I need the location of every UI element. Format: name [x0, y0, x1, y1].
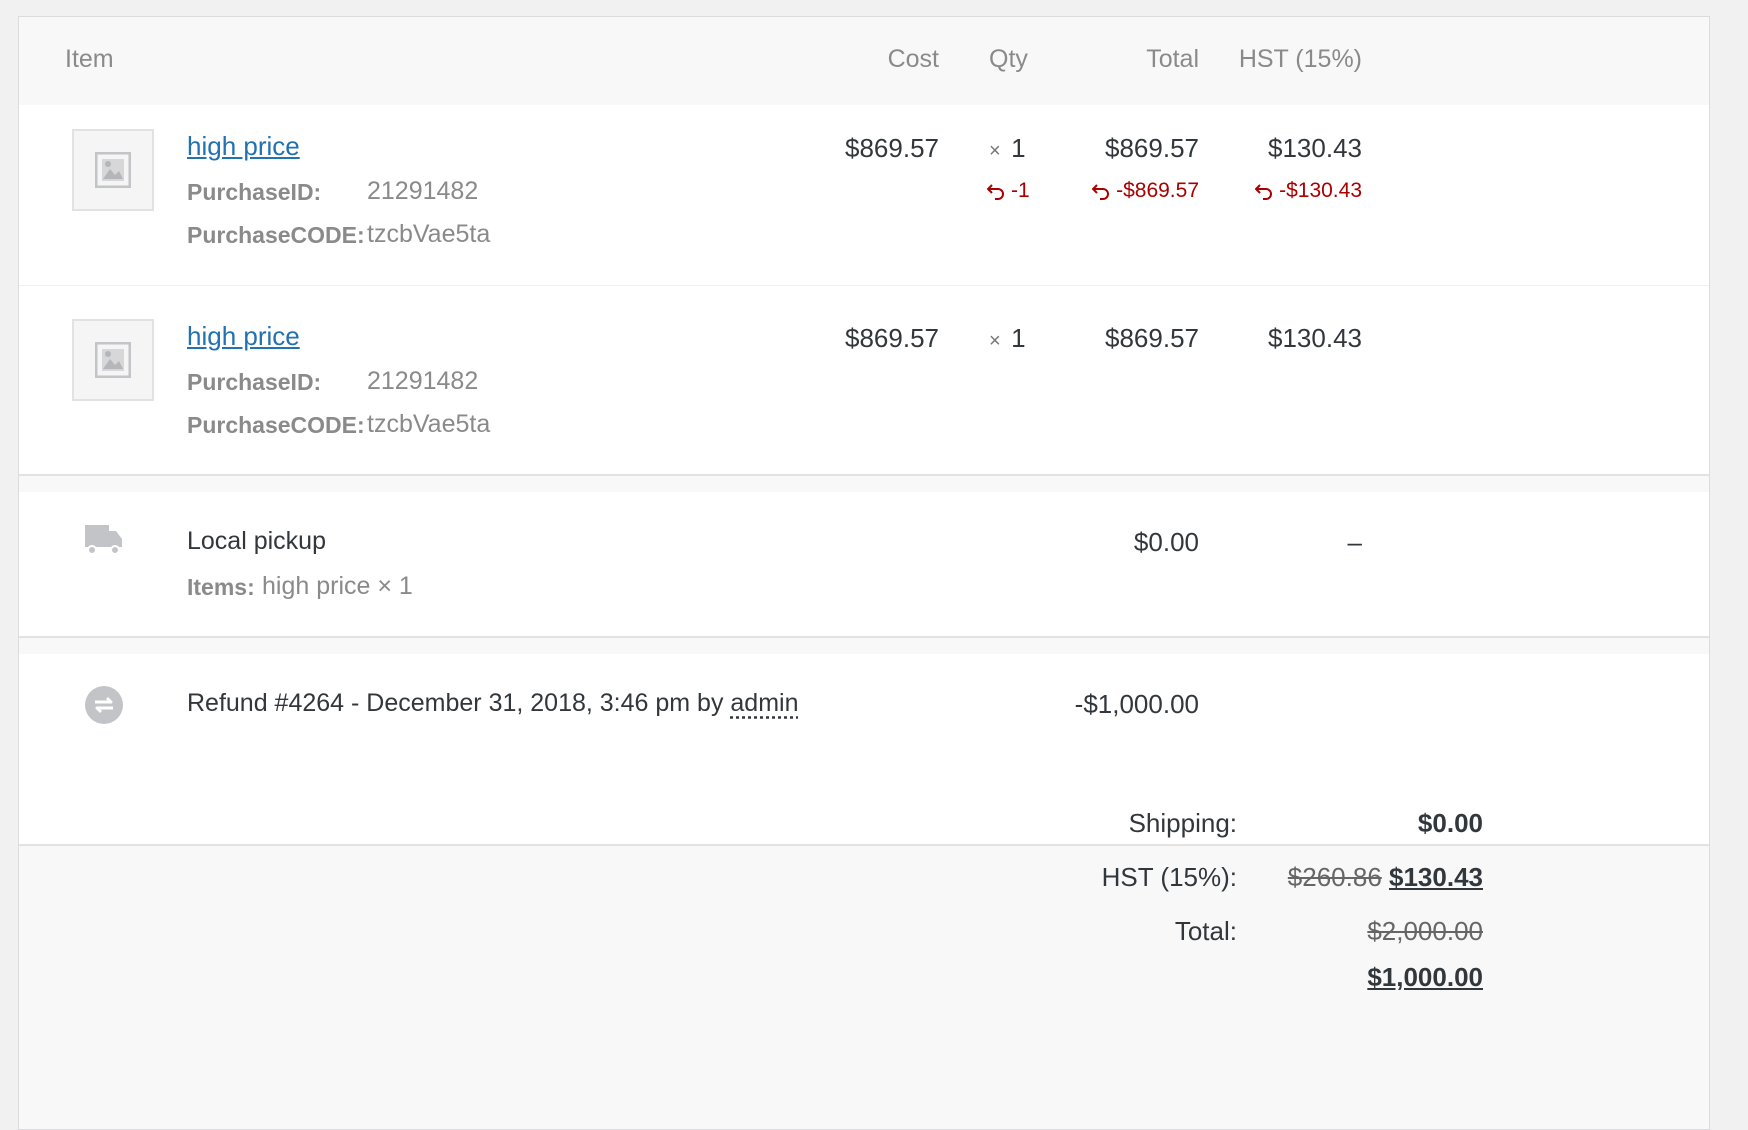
- refund-amount: -$1,000.00: [1074, 689, 1199, 719]
- multiply-sign: ×: [989, 140, 1001, 162]
- truck-icon: [85, 525, 122, 555]
- meta-value: tzcbVae5ta: [367, 410, 491, 438]
- totals-shipping-value: $0.00: [1417, 808, 1483, 838]
- row-divider: [19, 285, 1709, 286]
- totals-shipping-label: Shipping:: [1128, 808, 1237, 838]
- refunded-total-value: -$869.57: [1116, 179, 1199, 202]
- header-qty: Qty: [989, 45, 1028, 73]
- shipping-tax: –: [1347, 527, 1362, 557]
- image-placeholder-icon: [95, 152, 131, 188]
- header-tax: HST (15%): [1238, 45, 1362, 73]
- undo-arrow-icon: [986, 184, 1004, 200]
- header-item: Item: [65, 45, 114, 73]
- refund-user[interactable]: admin: [730, 689, 798, 717]
- item-tax: $130.43: [1268, 133, 1362, 163]
- meta-key: PurchaseCODE:: [187, 412, 365, 438]
- meta-value: tzcbVae5ta: [367, 220, 491, 248]
- totals-tax-label: HST (15%):: [1101, 862, 1237, 892]
- undo-arrow-icon: [1254, 184, 1273, 200]
- qty-value: 1: [1011, 323, 1026, 353]
- refund-arrows-icon: [85, 686, 123, 724]
- item-cost: $869.57: [845, 323, 939, 353]
- product-thumbnail[interactable]: [72, 319, 154, 401]
- item-cost: $869.57: [845, 133, 939, 163]
- image-placeholder-icon: [95, 342, 131, 378]
- refunded-tax-value: -$130.43: [1279, 179, 1362, 202]
- item-total: $869.57: [1105, 323, 1199, 353]
- multiply-sign: ×: [989, 330, 1001, 352]
- header-total: Total: [1146, 45, 1199, 73]
- shipping-items-value: high price × 1: [262, 572, 413, 600]
- total-adjusted: $1,000.00: [1367, 962, 1483, 992]
- refunded-qty-value: -1: [1011, 179, 1030, 202]
- shipping-method: Local pickup: [187, 527, 326, 555]
- totals-total-label: Total:: [1174, 916, 1237, 946]
- refunded-total: -$869.57: [1059, 179, 1199, 203]
- product-link[interactable]: high price: [187, 131, 300, 162]
- product-thumbnail[interactable]: [72, 129, 154, 211]
- header-cost: Cost: [887, 45, 939, 73]
- item-qty: × 1: [989, 323, 1026, 354]
- shipping-items-label: Items:: [187, 574, 255, 600]
- undo-arrow-icon: [1091, 184, 1110, 200]
- refunded-tax: -$130.43: [1212, 179, 1362, 203]
- product-link[interactable]: high price: [187, 321, 300, 352]
- qty-value: 1: [1011, 133, 1026, 163]
- meta-key: PurchaseCODE:: [187, 222, 365, 248]
- meta-value: 21291482: [367, 177, 479, 205]
- order-items-panel: Item Cost Qty Total HST (15%) high price…: [18, 16, 1710, 1130]
- section-divider: [19, 636, 1709, 654]
- item-tax: $130.43: [1268, 323, 1362, 353]
- refund-text: Refund #4264 - December 31, 2018, 3:46 p…: [187, 689, 724, 717]
- tax-original: $260.86: [1287, 862, 1382, 892]
- meta-key: PurchaseID:: [187, 369, 322, 395]
- totals-total-adjusted: $1,000.00: [1249, 962, 1483, 993]
- meta-value: 21291482: [367, 367, 479, 395]
- item-total: $869.57: [1105, 133, 1199, 163]
- section-divider: [19, 474, 1709, 492]
- refunded-qty: -1: [986, 179, 1030, 203]
- totals-tax-value: $260.86 $130.43: [1249, 862, 1483, 893]
- tax-adjusted: $130.43: [1389, 862, 1483, 892]
- total-original: $2,000.00: [1367, 916, 1483, 946]
- shipping-total: $0.00: [1133, 527, 1199, 557]
- item-qty: × 1: [989, 133, 1026, 164]
- meta-key: PurchaseID:: [187, 179, 322, 205]
- refund-entry: Refund #4264 - December 31, 2018, 3:46 p…: [187, 689, 799, 718]
- totals-total-original: $2,000.00: [1249, 916, 1483, 947]
